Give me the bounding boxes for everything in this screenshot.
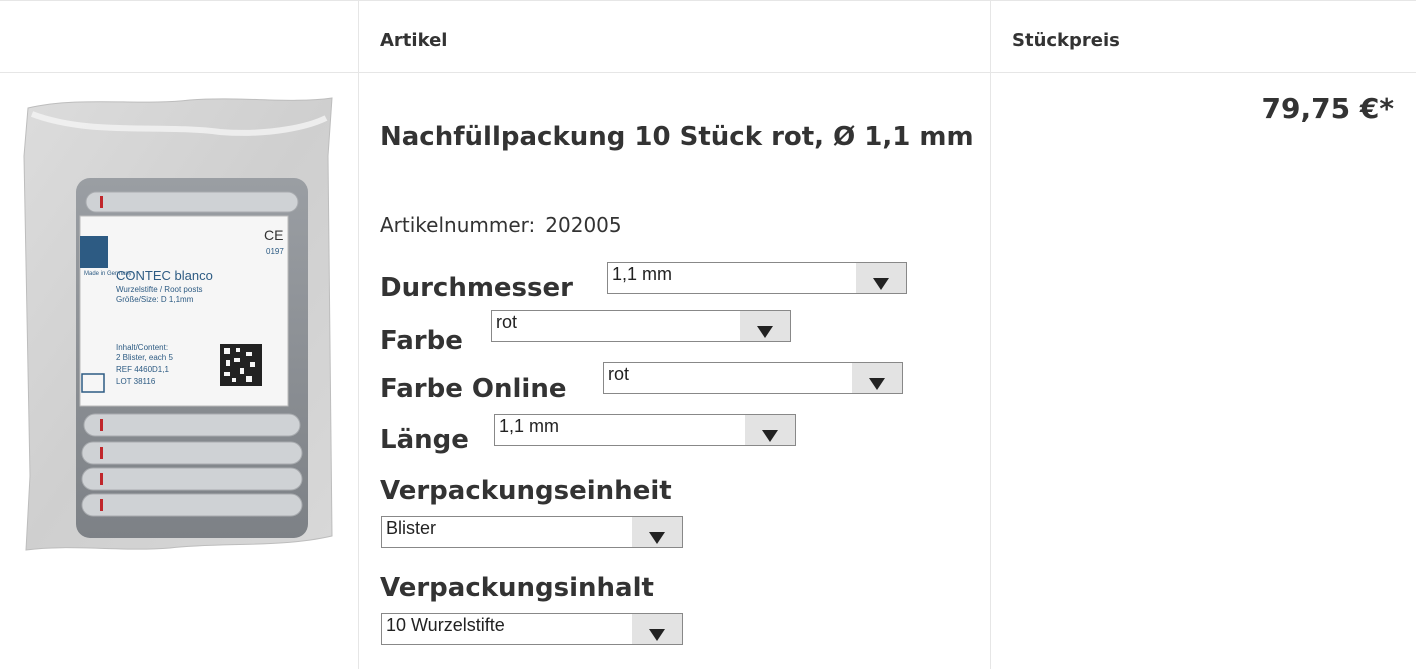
select-farbe-value: rot [496, 312, 518, 332]
svg-text:Wurzelstifte / Root posts: Wurzelstifte / Root posts [116, 285, 203, 294]
option-label-durchmesser: Durchmesser [380, 273, 573, 303]
chevron-down-icon[interactable] [632, 517, 682, 547]
option-label-verpackungseinheit: Verpackungseinheit [380, 476, 672, 506]
chevron-down-icon[interactable] [856, 263, 906, 293]
option-label-laenge: Länge [380, 425, 469, 455]
select-verpackungsinhalt[interactable]: 10 Wurzelstifte [381, 613, 683, 645]
select-laenge[interactable]: 1,1 mm [494, 414, 796, 446]
column-header-article: Artikel [380, 30, 448, 51]
column-header-price: Stückpreis [1012, 30, 1120, 51]
svg-text:CE: CE [264, 227, 283, 243]
chevron-down-icon[interactable] [852, 363, 902, 393]
select-durchmesser[interactable]: 1,1 mm [607, 262, 907, 294]
svg-text:CONTEC blanco: CONTEC blanco [116, 268, 213, 283]
select-verpackungsinhalt-value: 10 Wurzelstifte [386, 615, 505, 635]
select-farbe-online-value: rot [608, 364, 630, 384]
product-image[interactable]: Made in Germany CE 0197 CONTEC blanco Wu… [20, 96, 338, 552]
product-table: Artikel Stückpreis Made in Germany CE 01… [0, 0, 1416, 669]
option-label-farbe-online: Farbe Online [380, 374, 567, 404]
option-label-verpackungsinhalt: Verpackungsinhalt [380, 573, 654, 603]
chevron-down-icon[interactable] [745, 415, 795, 445]
chevron-down-icon[interactable] [740, 311, 790, 341]
column-divider-price [990, 0, 991, 669]
select-laenge-value: 1,1 mm [499, 416, 560, 436]
svg-text:2 Blister, each 5: 2 Blister, each 5 [116, 353, 173, 362]
unit-price: 79,75 €* [1261, 92, 1394, 125]
header-divider [0, 72, 1416, 73]
select-verpackungseinheit[interactable]: Blister [381, 516, 683, 548]
article-number-label: Artikelnummer: [380, 213, 536, 237]
svg-text:Inhalt/Content:: Inhalt/Content: [116, 343, 168, 352]
chevron-down-icon[interactable] [632, 614, 682, 644]
select-durchmesser-value: 1,1 mm [612, 264, 673, 284]
select-verpackungseinheit-value: Blister [386, 518, 437, 538]
column-divider-image [358, 0, 359, 669]
select-farbe[interactable]: rot [491, 310, 791, 342]
select-farbe-online[interactable]: rot [603, 362, 903, 394]
article-number: Artikelnummer: 202005 [380, 213, 622, 237]
option-label-farbe: Farbe [380, 326, 463, 356]
svg-text:REF 4460D1,1: REF 4460D1,1 [116, 365, 169, 374]
svg-text:LOT 38116: LOT 38116 [116, 377, 156, 386]
article-number-value: 202005 [545, 213, 622, 237]
svg-text:0197: 0197 [266, 247, 284, 256]
product-title[interactable]: Nachfüllpackung 10 Stück rot, Ø 1,1 mm [380, 110, 980, 164]
svg-text:Größe/Size: D 1,1mm: Größe/Size: D 1,1mm [116, 295, 194, 304]
table-border-top [0, 0, 1416, 1]
